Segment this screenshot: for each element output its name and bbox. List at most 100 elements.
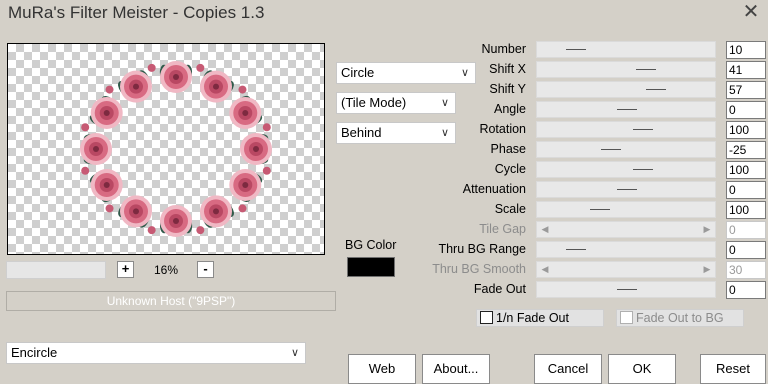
rose bbox=[200, 70, 232, 103]
param-slider[interactable]: ◀ ▶ bbox=[536, 261, 716, 278]
slider-thumb[interactable] bbox=[646, 89, 666, 90]
param-slider[interactable] bbox=[536, 121, 716, 138]
arrow-right-icon[interactable]: ▶ bbox=[701, 222, 713, 237]
close-icon[interactable]: ✕ bbox=[738, 0, 764, 26]
zoom-out-button[interactable]: - bbox=[197, 261, 214, 278]
rosebud bbox=[262, 166, 271, 175]
fade-out-n-label: 1/n Fade Out bbox=[496, 311, 569, 325]
param-slider[interactable] bbox=[536, 101, 716, 118]
rose bbox=[229, 169, 262, 201]
bg-color-swatch[interactable] bbox=[347, 257, 395, 277]
param-label: Rotation bbox=[479, 122, 526, 136]
param-slider[interactable] bbox=[536, 81, 716, 98]
param-slider[interactable] bbox=[536, 41, 716, 58]
rose bbox=[120, 70, 152, 103]
rosebud bbox=[147, 226, 156, 235]
rosebud bbox=[147, 63, 156, 72]
about-button[interactable]: About... bbox=[422, 354, 490, 384]
checkbox-icon bbox=[480, 311, 493, 324]
slider-thumb[interactable] bbox=[633, 129, 653, 130]
param-value-input[interactable]: 10 bbox=[726, 41, 766, 59]
param-value-input[interactable]: 0 bbox=[726, 181, 766, 199]
param-value-input[interactable]: 100 bbox=[726, 121, 766, 139]
param-value-input[interactable]: 100 bbox=[726, 161, 766, 179]
rosebud bbox=[196, 226, 205, 235]
preview-canvas[interactable] bbox=[7, 43, 325, 255]
param-label: Attenuation bbox=[462, 182, 526, 196]
bg-color-label: BG Color bbox=[345, 238, 397, 252]
param-value-input[interactable]: 30 bbox=[726, 261, 766, 279]
fade-out-bg-label: Fade Out to BG bbox=[636, 311, 724, 325]
slider-thumb[interactable] bbox=[617, 289, 637, 290]
zoom-track bbox=[6, 261, 106, 279]
param-value-input[interactable]: 57 bbox=[726, 81, 766, 99]
param-label: Fade Out bbox=[473, 282, 526, 296]
slider-thumb[interactable] bbox=[617, 189, 637, 190]
rosebud bbox=[262, 123, 271, 132]
zoom-in-button[interactable]: + bbox=[117, 261, 134, 278]
rose bbox=[90, 97, 123, 129]
param-label: Phase bbox=[490, 142, 526, 156]
param-label: Tile Gap bbox=[479, 222, 526, 236]
preset-dropdown[interactable]: Encircle ∨ bbox=[6, 342, 306, 364]
fade-out-n-checkbox[interactable]: 1/n Fade Out bbox=[476, 309, 604, 327]
rose bbox=[229, 97, 262, 129]
chevron-down-icon: ∨ bbox=[290, 347, 300, 359]
rosebud bbox=[105, 204, 114, 213]
shape-dropdown-value: Circle bbox=[341, 65, 375, 80]
param-label: Scale bbox=[494, 202, 526, 216]
cancel-button[interactable]: Cancel bbox=[534, 354, 602, 384]
web-button[interactable]: Web bbox=[348, 354, 416, 384]
slider-thumb[interactable] bbox=[601, 149, 621, 150]
param-label: Thru BG Smooth bbox=[432, 262, 526, 276]
slider-thumb[interactable] bbox=[633, 169, 653, 170]
reset-button[interactable]: Reset bbox=[700, 354, 766, 384]
ok-button[interactable]: OK bbox=[608, 354, 676, 384]
param-slider[interactable]: ◀ ▶ bbox=[536, 221, 716, 238]
param-value-input[interactable]: -25 bbox=[726, 141, 766, 159]
rose bbox=[120, 195, 152, 228]
host-label: Unknown Host ("9PSP") bbox=[6, 291, 336, 311]
rose bbox=[240, 133, 272, 165]
slider-thumb[interactable] bbox=[636, 69, 656, 70]
rosebud bbox=[81, 166, 90, 175]
param-value-input[interactable]: 41 bbox=[726, 61, 766, 79]
param-label: Number bbox=[481, 42, 526, 56]
window-title: MuRa's Filter Meister - Copies 1.3 bbox=[8, 3, 265, 22]
slider-thumb[interactable] bbox=[566, 249, 586, 250]
param-slider[interactable] bbox=[536, 161, 716, 178]
param-slider[interactable] bbox=[536, 241, 716, 258]
fade-out-bg-checkbox[interactable]: Fade Out to BG bbox=[616, 309, 744, 327]
arrow-right-icon[interactable]: ▶ bbox=[701, 262, 713, 277]
param-label: Angle bbox=[494, 102, 526, 116]
param-slider[interactable] bbox=[536, 141, 716, 158]
param-value-input[interactable]: 0 bbox=[726, 221, 766, 239]
param-value-input[interactable]: 0 bbox=[726, 241, 766, 259]
param-slider[interactable] bbox=[536, 201, 716, 218]
param-value-input[interactable]: 0 bbox=[726, 281, 766, 299]
rose-wreath-image bbox=[80, 61, 272, 237]
param-label: Cycle bbox=[494, 162, 526, 176]
param-value-input[interactable]: 0 bbox=[726, 101, 766, 119]
slider-thumb[interactable] bbox=[566, 49, 586, 50]
rose bbox=[80, 133, 112, 165]
placement-dropdown-value: Behind bbox=[341, 125, 382, 140]
slider-thumb[interactable] bbox=[590, 209, 610, 210]
arrow-left-icon[interactable]: ◀ bbox=[539, 262, 551, 277]
rosebud bbox=[81, 123, 90, 132]
rose bbox=[90, 169, 123, 201]
param-slider[interactable] bbox=[536, 281, 716, 298]
zoom-label: 16% bbox=[153, 263, 179, 277]
rosebud bbox=[105, 85, 114, 94]
param-label: Thru BG Range bbox=[438, 242, 526, 256]
rosebud bbox=[238, 204, 247, 213]
arrow-left-icon[interactable]: ◀ bbox=[539, 222, 551, 237]
checkbox-icon bbox=[620, 311, 633, 324]
param-slider[interactable] bbox=[536, 61, 716, 78]
slider-thumb[interactable] bbox=[617, 109, 637, 110]
param-label: Shift Y bbox=[489, 82, 526, 96]
param-value-input[interactable]: 100 bbox=[726, 201, 766, 219]
rosebud bbox=[238, 85, 247, 94]
param-slider[interactable] bbox=[536, 181, 716, 198]
rosebud bbox=[196, 63, 205, 72]
